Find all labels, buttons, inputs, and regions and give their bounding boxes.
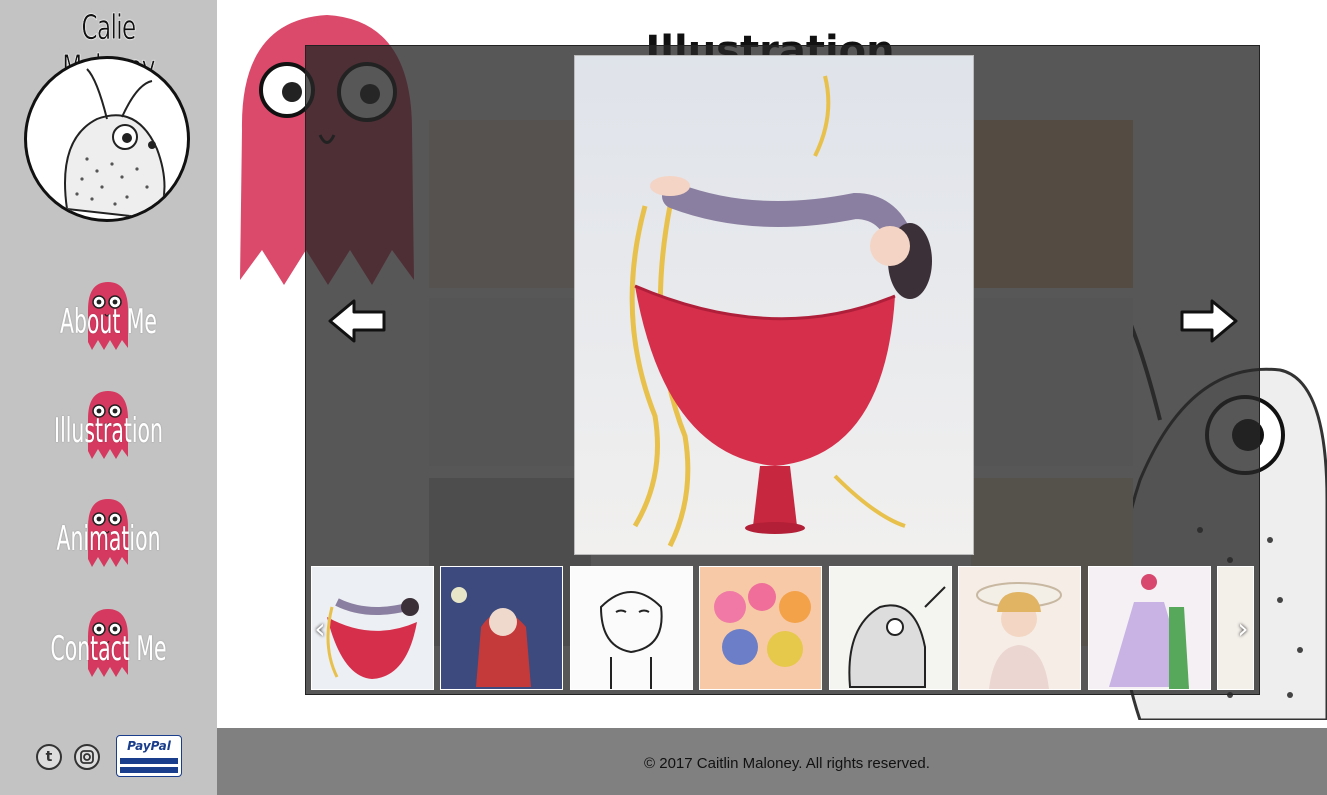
- thumbnail[interactable]: [958, 566, 1081, 690]
- watercolor-illustration-icon: [575, 56, 973, 554]
- thumbnail-strip: ‹ ›: [306, 566, 1259, 694]
- nav-label-contact-me: Contact Me: [50, 629, 167, 669]
- strip-prev-chevron-icon[interactable]: ‹: [312, 614, 328, 644]
- lightbox-overlay[interactable]: ‹ ›: [305, 45, 1260, 695]
- thumb-art-icon: [326, 598, 419, 679]
- copyright-text: © 2017 Caitlin Maloney. All rights reser…: [644, 755, 930, 772]
- moth-avatar-icon: [64, 68, 166, 219]
- prev-arrow-icon[interactable]: [326, 298, 388, 344]
- next-arrow-icon[interactable]: [1178, 298, 1240, 344]
- thumb-art-icon: [976, 582, 1062, 689]
- thumb-art-icon: [599, 591, 663, 689]
- instagram-icon[interactable]: [74, 744, 100, 770]
- thumbnail[interactable]: [699, 566, 822, 690]
- camera-glyph-icon: [80, 750, 94, 764]
- paypal-label: PayPal: [127, 739, 171, 753]
- thumbnail[interactable]: [311, 566, 434, 690]
- paypal-stripe: [120, 758, 178, 764]
- thumb-art-icon: [714, 583, 811, 667]
- nav-illustration[interactable]: Illustration: [0, 389, 217, 469]
- avatar[interactable]: [24, 56, 190, 222]
- tumblr-icon[interactable]: t: [36, 744, 62, 770]
- thumbnail[interactable]: [570, 566, 693, 690]
- thumb-art-icon: [848, 586, 946, 688]
- paypal-stripe: [120, 767, 178, 773]
- strip-next-chevron-icon[interactable]: ›: [1235, 614, 1251, 644]
- nav-label-illustration: Illustration: [54, 411, 163, 451]
- lightbox-main-image: [574, 55, 974, 555]
- nav-contact-me[interactable]: Contact Me: [0, 607, 217, 687]
- thumbnail[interactable]: [829, 566, 952, 690]
- paypal-button[interactable]: PayPal: [116, 735, 182, 777]
- thumb-art-icon: [441, 567, 562, 689]
- thumbnail[interactable]: [1088, 566, 1211, 690]
- nav-about-me[interactable]: About Me: [0, 280, 217, 360]
- thumb-art-icon: [1109, 574, 1189, 689]
- nav-animation[interactable]: Animation: [0, 497, 217, 577]
- nav-label-animation: Animation: [56, 519, 161, 559]
- thumbnail[interactable]: [440, 566, 563, 690]
- footer: © 2017 Caitlin Maloney. All rights reser…: [217, 728, 1327, 795]
- sidebar: Calie Maloney About Me: [0, 0, 217, 795]
- nav-label-about-me: About Me: [60, 302, 157, 342]
